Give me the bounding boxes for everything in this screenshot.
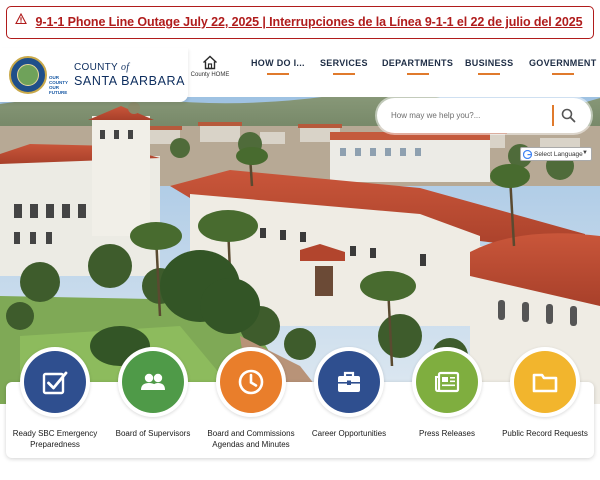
quick-link-label: Public Record Requests <box>502 429 588 438</box>
quick-link-label: Board of Supervisors <box>115 429 191 438</box>
county-home-button[interactable]: County HOME <box>190 52 230 86</box>
quick-link-label: Ready SBC Emergency Preparedness <box>12 429 98 449</box>
quick-link-label: Board and Commissions Agendas and Minute… <box>207 429 295 449</box>
quick-link-press-releases[interactable]: Press Releases <box>392 347 502 439</box>
quick-link-badge <box>24 351 86 413</box>
logo-county-of: COUNTY of <box>74 62 130 73</box>
search-input[interactable] <box>391 107 551 123</box>
quick-link-circle <box>412 347 482 417</box>
quick-link-public-record-requests[interactable]: Public Record Requests <box>490 347 600 439</box>
nav-business[interactable]: BUSINESS <box>465 58 513 75</box>
quick-link-agendas-minutes[interactable]: Board and Commissions Agendas and Minute… <box>196 347 306 450</box>
quick-link-badge <box>514 351 576 413</box>
site-header: OUR COUNTY OUR FUTURE COUNTY of SANTA BA… <box>0 44 600 102</box>
clock-icon <box>238 369 264 395</box>
quick-link-label: Career Opportunities <box>311 429 387 438</box>
our-county-our-future-logo: OUR COUNTY OUR FUTURE <box>49 75 68 95</box>
users-icon <box>141 373 165 390</box>
search-bar <box>377 98 591 133</box>
quick-link-badge <box>318 351 380 413</box>
search-divider <box>552 105 554 126</box>
quick-link-ready-sbc[interactable]: Ready SBC Emergency Preparedness <box>0 347 110 450</box>
briefcase-icon <box>338 371 360 392</box>
quick-link-label: Press Releases <box>418 429 476 438</box>
county-logo[interactable]: OUR COUNTY OUR FUTURE COUNTY of SANTA BA… <box>0 48 188 102</box>
nav-departments[interactable]: DEPARTMENTS <box>382 58 453 75</box>
language-label: Select Language <box>534 151 583 158</box>
quick-link-circle <box>314 347 384 417</box>
nav-government[interactable]: GOVERNMENT <box>529 58 597 75</box>
newspaper-icon <box>435 371 460 393</box>
nav-services[interactable]: SERVICES <box>320 58 368 75</box>
alert-link[interactable]: 9-1-1 Phone Line Outage July 22, 2025 | … <box>7 15 593 29</box>
google-translate-icon <box>523 150 532 159</box>
home-label: County HOME <box>190 72 230 78</box>
folder-icon <box>532 373 558 393</box>
quick-link-circle <box>216 347 286 417</box>
quick-link-circle <box>118 347 188 417</box>
quick-link-career-opportunities[interactable]: Career Opportunities <box>294 347 404 439</box>
quick-link-badge <box>220 351 282 413</box>
alert-banner: 9-1-1 Phone Line Outage July 22, 2025 | … <box>0 0 600 44</box>
logo-county-name: SANTA BARBARA <box>74 74 186 88</box>
language-select[interactable]: Select Language ▼ <box>520 147 592 161</box>
alert-box: 9-1-1 Phone Line Outage July 22, 2025 | … <box>6 6 594 39</box>
quick-link-badge <box>416 351 478 413</box>
county-seal-icon <box>9 56 47 94</box>
nav-how-do-i[interactable]: HOW DO I... <box>251 58 305 75</box>
quick-link-circle <box>20 347 90 417</box>
chevron-down-icon: ▼ <box>582 150 588 156</box>
quick-link-board-of-supervisors[interactable]: Board of Supervisors <box>98 347 208 439</box>
home-icon <box>203 55 217 70</box>
check-square-icon <box>42 371 68 395</box>
search-icon[interactable] <box>561 108 576 123</box>
quick-link-badge <box>122 351 184 413</box>
quick-link-circle <box>510 347 580 417</box>
